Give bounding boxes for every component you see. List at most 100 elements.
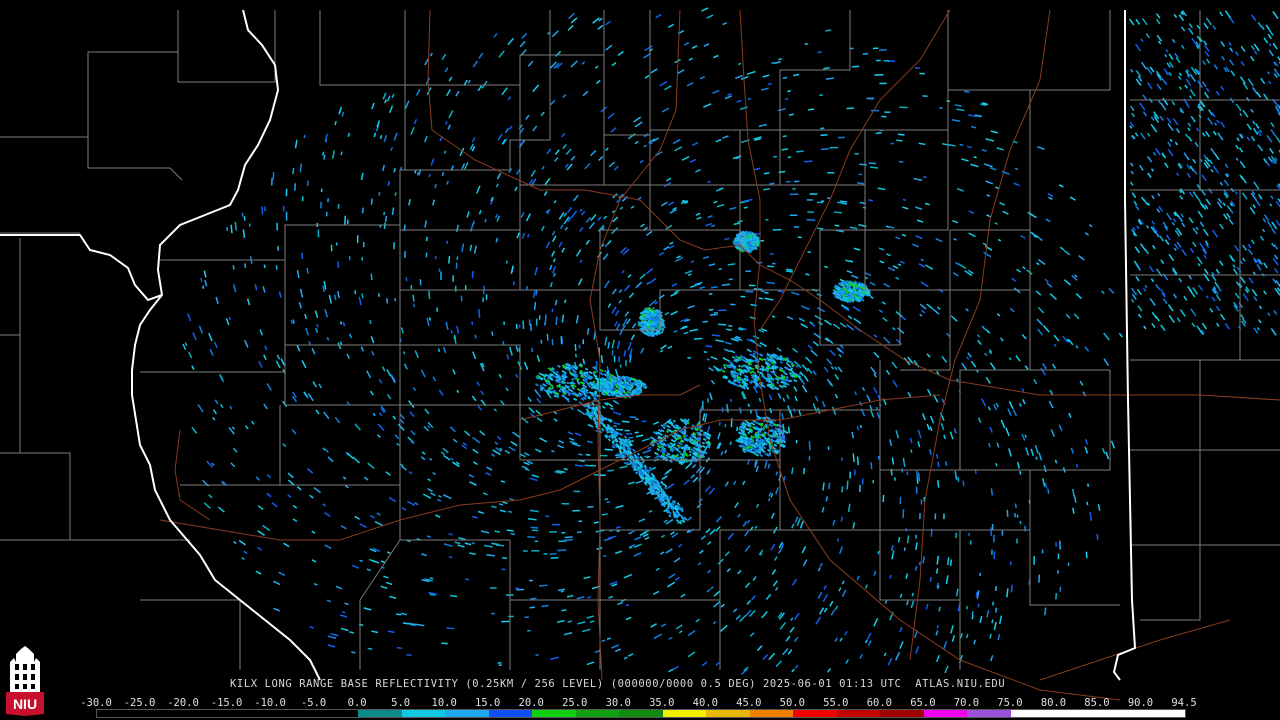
echo-speck [1033,555,1035,565]
echo-speck [1009,561,1012,566]
echo-speck [717,309,727,312]
echo-speck [393,242,395,250]
echo-speck [348,255,351,261]
echo-speck [820,200,825,203]
echo-speck [248,223,251,227]
echo-speck [990,527,992,536]
echo-speck [827,172,835,174]
echo-speck [687,357,691,359]
echo-speck [793,226,799,228]
echo-speck [730,303,736,306]
echo-speck [327,198,329,203]
echo-speck [404,251,406,258]
echo-speck [625,360,627,367]
echo-speck [894,477,896,481]
echo-speck [356,235,359,243]
echo-speck [241,212,244,217]
echo-speck [772,228,782,231]
echo-speck [875,59,881,62]
echo-speck [1059,586,1062,592]
echo-speck [879,82,887,85]
echo-speck [789,214,798,217]
echo-speck [264,206,266,212]
echo-speck [1057,553,1060,560]
echo-speck [619,364,622,368]
echo-speck [335,242,338,246]
echo-speck [919,512,921,520]
echo-speck [582,339,585,345]
echo-speck [849,471,851,479]
echo-speck [551,523,561,526]
echo-speck [809,193,818,195]
echo-speck [1001,530,1004,536]
echo-speck [899,496,902,505]
echo-speck [765,218,769,221]
echo-speck [870,109,879,112]
echo-speck [419,279,422,286]
echo-speck [534,540,539,543]
echo-speck [613,355,616,363]
echo-speck [243,216,246,221]
echo-speck [792,188,796,190]
echo-speck [1041,549,1044,554]
echo-speck [454,285,457,292]
echo-speck [920,499,923,505]
echo-speck [969,540,972,545]
echo-speck [1055,542,1057,547]
echo-speck [745,270,752,273]
echo-speck [625,432,633,435]
echo-speck [538,315,541,320]
echo-speck [518,324,521,328]
echo-speck [955,532,958,539]
echo-speck [361,256,364,261]
echo-speck [549,531,557,533]
echo-speck [991,549,993,555]
echo-speck [573,490,581,493]
echo-speck [1016,538,1018,544]
echo-speck [884,111,891,114]
echo-speck [772,262,776,265]
echo-speck [934,513,937,520]
echo-speck [543,553,548,555]
echo-speck [838,136,845,139]
echo-speck [498,664,502,667]
echo-speck [531,550,540,552]
echo-speck [740,295,746,298]
echo-speck [829,146,839,149]
echo-speck [870,98,874,100]
echo-speck [968,532,970,536]
echo-speck [881,115,887,118]
echo-speck [769,253,774,255]
echo-speck [795,439,798,444]
echo-speck [301,196,304,202]
echo-speck [1016,514,1019,518]
echo-speck [529,579,533,582]
echo-speck [535,318,538,326]
echo-speck [919,72,925,75]
echo-speck [618,356,620,363]
echo-speck [285,211,288,221]
echo-speck [545,515,550,518]
echo-speck [464,285,467,290]
echo-speck [438,268,441,273]
echo-speck [317,229,320,238]
echo-speck [827,446,830,451]
echo-speck [840,457,843,461]
echo-speck [515,587,519,589]
echo-speck [561,531,566,534]
map-background [0,0,1280,720]
echo-speck [503,321,505,325]
echo-speck [808,455,811,461]
echo-speck [943,513,945,520]
echo-speck [1057,570,1059,574]
echo-speck [282,205,285,212]
echo-speck [1067,562,1070,566]
echo-speck [806,199,813,201]
echo-speck [491,612,496,615]
echo-speck [854,469,856,476]
echo-speck [599,454,608,457]
echo-speck [434,255,437,260]
echo-speck [807,211,814,214]
echo-speck [872,479,875,484]
echo-speck [482,297,484,303]
